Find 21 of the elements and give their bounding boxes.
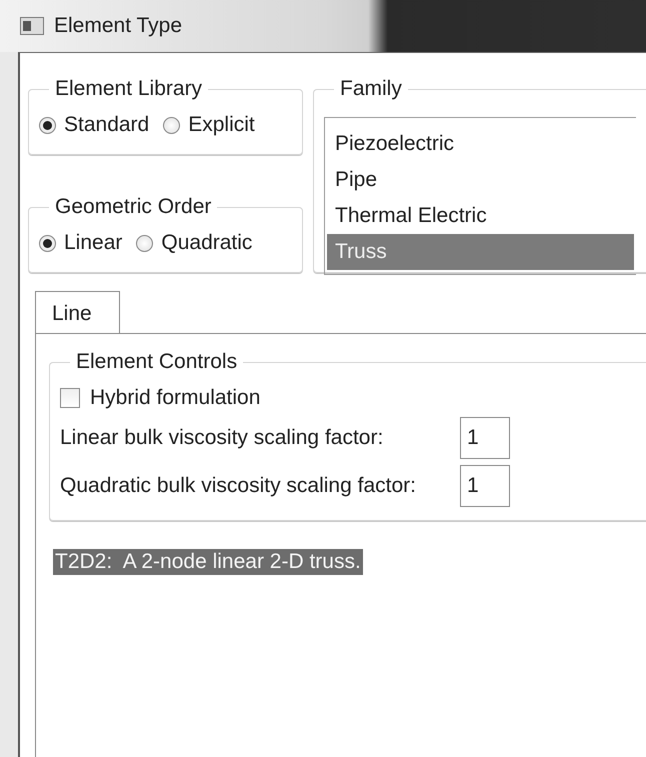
window-title: Element Type bbox=[54, 14, 182, 38]
radio-button[interactable]: Linear bbox=[39, 231, 122, 255]
input-field[interactable]: 1 bbox=[460, 465, 510, 507]
field-label: Linear bulk viscosity scaling factor: bbox=[60, 426, 384, 450]
list-item[interactable]: Truss bbox=[327, 234, 634, 270]
list-item[interactable]: Piezoelectric bbox=[327, 126, 634, 162]
radio-button[interactable]: Quadratic bbox=[136, 231, 252, 255]
group-title: Family bbox=[340, 77, 402, 100]
group-title: Geometric Order bbox=[55, 195, 212, 218]
list-item[interactable]: Pipe bbox=[327, 162, 634, 198]
group-title: Element Controls bbox=[76, 350, 238, 373]
field-label: Quadratic bulk viscosity scaling factor: bbox=[60, 474, 417, 498]
tab[interactable]: Line bbox=[35, 291, 120, 334]
radio-button[interactable]: Explicit bbox=[163, 113, 255, 137]
radio-button[interactable]: Standard bbox=[39, 113, 150, 137]
window-icon bbox=[20, 17, 44, 35]
input-field[interactable]: 1 bbox=[460, 417, 510, 459]
list-item[interactable]: Thermal Electric bbox=[327, 198, 634, 234]
element-description: T2D2: A 2-node linear 2-D truss. bbox=[53, 549, 363, 575]
group-title: Element Library bbox=[55, 77, 202, 100]
checkbox[interactable]: Hybrid formulation bbox=[60, 386, 636, 410]
